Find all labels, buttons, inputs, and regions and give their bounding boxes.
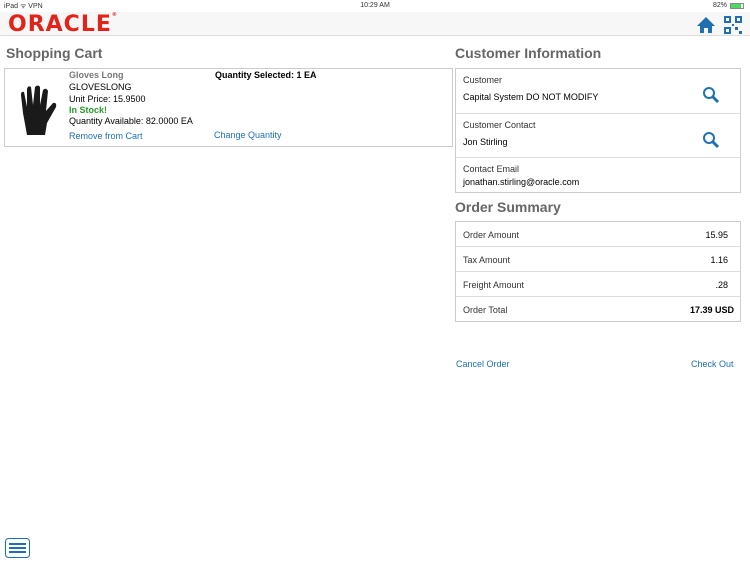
oracle-logo: ORACLE®	[8, 12, 118, 37]
email-value: jonathan.stirling@oracle.com	[463, 177, 580, 187]
change-quantity-link[interactable]: Change Quantity	[214, 130, 282, 140]
battery-icon	[730, 2, 744, 9]
summary-label: Tax Amount	[463, 255, 511, 265]
email-row: Contact Email jonathan.stirling@oracle.c…	[456, 158, 740, 193]
contact-label: Customer Contact	[463, 120, 536, 130]
search-contact-icon[interactable]	[702, 131, 720, 149]
shopping-cart-title: Shopping Cart	[6, 45, 103, 61]
contact-value: Jon Stirling	[463, 137, 508, 147]
battery-status: 82%	[713, 2, 744, 9]
summary-row: Tax Amount 1.16	[456, 247, 740, 272]
app-header: ORACLE®	[0, 12, 750, 37]
menu-icon[interactable]	[5, 538, 30, 558]
email-label: Contact Email	[463, 164, 520, 174]
quantity-selected: Quantity Selected: 1 EA	[215, 70, 317, 80]
cart-item: Gloves Long GLOVESLONG Unit Price: 15.95…	[4, 68, 453, 147]
customer-value: Capital System DO NOT MODIFY	[463, 92, 599, 102]
product-name: Gloves Long	[69, 70, 124, 80]
gloves-product-image	[21, 85, 57, 135]
home-icon[interactable]	[696, 15, 716, 35]
summary-row: Freight Amount .28	[456, 272, 740, 297]
cancel-order-button[interactable]: Cancel Order	[456, 359, 510, 369]
summary-label: Order Total	[463, 305, 508, 315]
summary-label: Order Amount	[463, 230, 520, 240]
contact-row[interactable]: Customer Contact Jon Stirling	[456, 114, 740, 158]
stock-status: In Stock!	[69, 105, 108, 115]
summary-total-row: Order Total 17.39 USD	[456, 297, 740, 322]
search-customer-icon[interactable]	[702, 86, 720, 104]
summary-row: Order Amount 15.95	[456, 222, 740, 247]
quantity-available: Quantity Available: 82.0000 EA	[69, 116, 193, 126]
customer-label: Customer	[463, 75, 503, 85]
product-code: GLOVESLONG	[69, 82, 132, 92]
barcode-scan-icon[interactable]	[723, 15, 743, 35]
customer-information-title: Customer Information	[455, 45, 602, 61]
summary-label: Freight Amount	[463, 280, 525, 290]
customer-row[interactable]: Customer Capital System DO NOT MODIFY	[456, 69, 740, 114]
remove-from-cart-link[interactable]: Remove from Cart	[69, 131, 143, 141]
clock: 10:29 AM	[360, 2, 390, 9]
summary-value: .28	[715, 280, 728, 290]
summary-value: 1.16	[710, 255, 728, 265]
status-bar: iPad ᯤ VPN 10:29 AM 82%	[0, 0, 750, 12]
unit-price: Unit Price: 15.9500	[69, 94, 146, 104]
check-out-button[interactable]: Check Out	[691, 359, 734, 369]
customer-panel: Customer Capital System DO NOT MODIFY Cu…	[455, 68, 741, 193]
order-summary-title: Order Summary	[455, 199, 561, 215]
order-summary-panel: Order Amount 15.95 Tax Amount 1.16 Freight…	[455, 221, 741, 322]
summary-value: 15.95	[705, 230, 728, 240]
order-total-value: 17.39 USD	[689, 305, 734, 315]
